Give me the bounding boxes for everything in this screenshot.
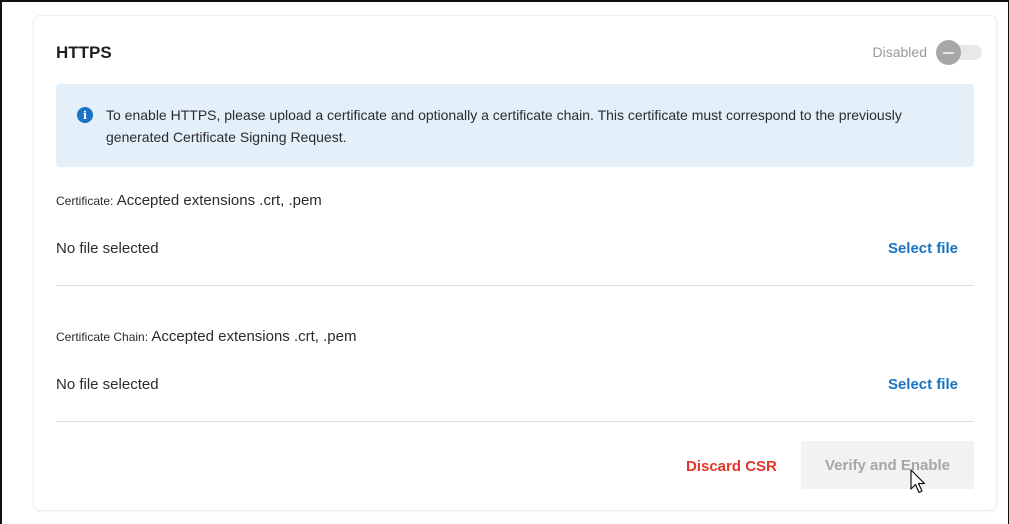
minus-icon bbox=[943, 51, 954, 54]
info-banner: i To enable HTTPS, please upload a certi… bbox=[56, 84, 974, 167]
info-icon: i bbox=[77, 107, 93, 123]
https-toggle-group: Disabled bbox=[872, 40, 982, 65]
toggle-status-label: Disabled bbox=[872, 44, 927, 60]
mouse-cursor-icon bbox=[910, 469, 926, 494]
verify-and-enable-button[interactable]: Verify and Enable bbox=[801, 441, 974, 489]
https-settings-card: HTTPS Disabled i To enable HTTPS, please… bbox=[34, 16, 996, 510]
section-title: HTTPS bbox=[56, 43, 112, 62]
toggle-knob bbox=[936, 40, 961, 65]
certificate-file-status: No file selected bbox=[56, 240, 159, 257]
divider bbox=[56, 285, 974, 286]
chain-extensions: Accepted extensions .crt, .pem bbox=[148, 328, 357, 345]
discard-csr-button[interactable]: Discard CSR bbox=[686, 458, 777, 475]
https-toggle-switch[interactable] bbox=[936, 40, 982, 65]
certificate-select-file-button[interactable]: Select file bbox=[888, 240, 958, 257]
certificate-label-row: Certificate: Accepted extensions .crt, .… bbox=[56, 192, 322, 209]
chain-file-status: No file selected bbox=[56, 376, 159, 393]
certificate-extensions: Accepted extensions .crt, .pem bbox=[113, 192, 322, 209]
certificate-label: Certificate: bbox=[56, 194, 114, 208]
info-message: To enable HTTPS, please upload a certifi… bbox=[106, 107, 902, 145]
chain-select-file-button[interactable]: Select file bbox=[888, 376, 958, 393]
chain-label-row: Certificate Chain: Accepted extensions .… bbox=[56, 328, 357, 345]
divider bbox=[56, 421, 974, 422]
chain-label: Certificate Chain: bbox=[56, 330, 149, 344]
